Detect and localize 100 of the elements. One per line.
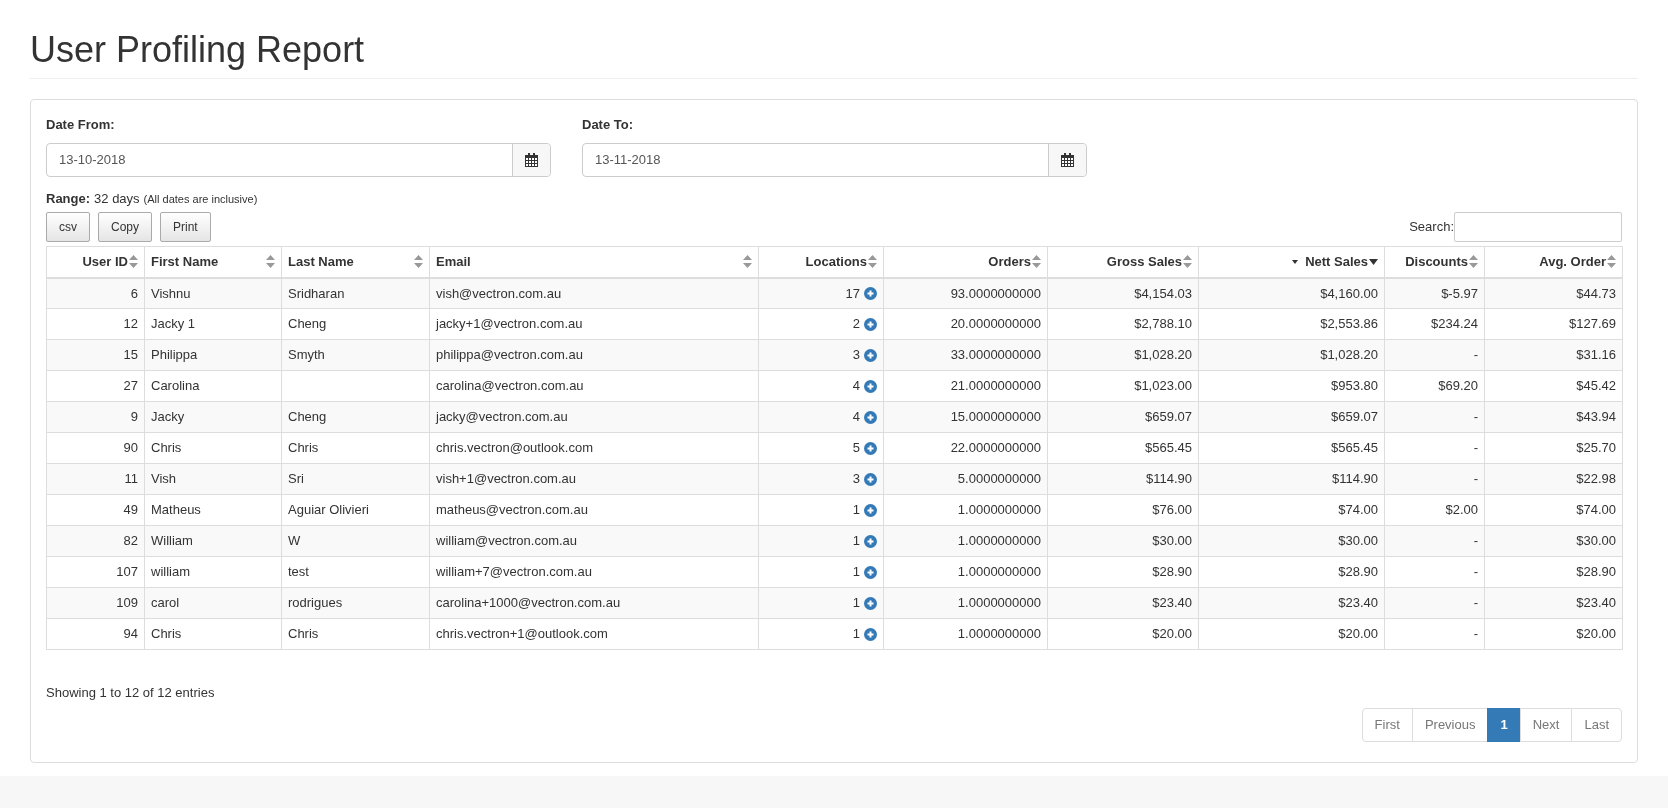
date-field[interactable]: 13-10-2018 (46, 142, 551, 177)
page-title: User Profiling Report (30, 30, 1638, 79)
table-cell: william+7@vectron.com.au (429, 556, 759, 588)
plus-circle-icon[interactable] (864, 596, 877, 610)
table-cell: 1 (758, 494, 884, 526)
table-cell: $659.07 (1047, 401, 1199, 433)
column-header[interactable]: Orders (883, 246, 1048, 278)
plus-circle-icon[interactable] (864, 565, 877, 579)
pagination-button[interactable]: Next (1519, 708, 1573, 742)
column-header[interactable]: User ID (46, 246, 145, 278)
column-header[interactable]: Last Name (281, 246, 430, 278)
range-label: Range: (46, 189, 91, 208)
table-cell: 94 (46, 618, 145, 650)
table-cell: - (1384, 401, 1485, 433)
table-cell: $30.00 (1198, 525, 1385, 557)
table-cell: chris.vectron+1@outlook.com (429, 618, 759, 650)
table-cell: - (1384, 587, 1485, 619)
table-cell: carolina@vectron.com.au (429, 370, 759, 402)
pagination-button[interactable]: Last (1571, 708, 1622, 742)
table-cell: 107 (46, 556, 145, 588)
table-cell: jacky+1@vectron.com.au (429, 308, 759, 340)
column-header[interactable]: First Name (144, 246, 282, 278)
table-cell: 1.0000000000 (883, 556, 1048, 588)
table-cell: Chris (281, 618, 430, 650)
calendar-button[interactable] (1048, 143, 1086, 176)
field-label: Date From: (46, 116, 116, 134)
search-label: Search: (1409, 218, 1454, 237)
table-cell: 1.0000000000 (883, 494, 1048, 526)
table-cell: matheus@vectron.com.au (429, 494, 759, 526)
export-button[interactable]: csv (46, 212, 90, 242)
table-cell: $20.00 (1198, 618, 1385, 650)
table-cell: 82 (46, 525, 145, 557)
plus-circle-icon[interactable] (864, 379, 877, 393)
table-cell: $30.00 (1484, 525, 1623, 557)
table-cell: 3 (758, 339, 884, 371)
export-button[interactable]: Print (160, 212, 211, 242)
table-cell: $4,154.03 (1047, 277, 1199, 309)
table-cell: 1.0000000000 (883, 525, 1048, 557)
column-header[interactable]: Discounts (1384, 246, 1485, 278)
table-cell: 15 (46, 339, 145, 371)
range-note: (All dates are inclusive) (143, 191, 258, 207)
table-cell: Chris (144, 618, 282, 650)
table-cell: chris.vectron@outlook.com (429, 432, 759, 464)
table-cell: $74.00 (1484, 494, 1623, 526)
sorted-caret-icon (1292, 259, 1299, 264)
table-cell: 1 (758, 525, 884, 557)
plus-circle-icon[interactable] (864, 286, 877, 300)
plus-circle-icon[interactable] (864, 472, 877, 486)
table-cell: Cheng (281, 308, 430, 340)
table-cell: 6 (46, 277, 145, 309)
column-header[interactable]: Email (429, 246, 759, 278)
table-cell: - (1384, 339, 1485, 371)
table-cell: jacky@vectron.com.au (429, 401, 759, 433)
table-cell: $234.24 (1384, 308, 1485, 340)
search-field[interactable] (1454, 212, 1622, 242)
table-cell: 93.0000000000 (883, 277, 1048, 309)
table-cell: test (281, 556, 430, 588)
pagination-button[interactable]: 1 (1487, 708, 1521, 742)
plus-circle-icon[interactable] (864, 410, 877, 424)
plus-circle-icon[interactable] (864, 348, 877, 362)
plus-circle-icon[interactable] (864, 534, 877, 548)
column-header[interactable]: Avg. Order (1484, 246, 1623, 278)
table-cell: 3 (758, 463, 884, 495)
table-cell: $28.90 (1198, 556, 1385, 588)
table-cell: 21.0000000000 (883, 370, 1048, 402)
table-cell: Matheus (144, 494, 282, 526)
table-cell: $565.45 (1047, 432, 1199, 464)
plus-circle-icon[interactable] (864, 441, 877, 455)
calendar-button[interactable] (512, 143, 550, 176)
table-cell: $2.00 (1384, 494, 1485, 526)
table-cell: william@vectron.com.au (429, 525, 759, 557)
table-cell: 4 (758, 401, 884, 433)
table-cell: 1 (758, 556, 884, 588)
table-cell: $74.00 (1198, 494, 1385, 526)
table-cell: carol (144, 587, 282, 619)
table-cell: $127.69 (1484, 308, 1623, 340)
table-cell: vish@vectron.com.au (429, 277, 759, 309)
table-cell: William (144, 525, 282, 557)
table-cell: - (1384, 556, 1485, 588)
table-cell: $1,028.20 (1198, 339, 1385, 371)
pagination-button[interactable]: Previous (1411, 708, 1489, 742)
calendar-icon (1061, 152, 1074, 167)
table-cell: 4 (758, 370, 884, 402)
table-cell: $114.90 (1198, 463, 1385, 495)
column-header[interactable]: Nett Sales (1198, 246, 1385, 278)
table-cell: 1.0000000000 (883, 618, 1048, 650)
table-cell: Smyth (281, 339, 430, 371)
plus-circle-icon[interactable] (864, 627, 877, 641)
table-cell: $31.16 (1484, 339, 1623, 371)
table-cell: $4,160.00 (1198, 277, 1385, 309)
table-cell: $28.90 (1484, 556, 1623, 588)
plus-circle-icon[interactable] (864, 503, 877, 517)
column-header[interactable]: Locations (758, 246, 884, 278)
plus-circle-icon[interactable] (864, 317, 877, 331)
export-button[interactable]: Copy (98, 212, 152, 242)
pagination-button[interactable]: First (1361, 708, 1413, 742)
range-value: 32 days (94, 189, 140, 208)
table-cell: Chris (144, 432, 282, 464)
date-field[interactable]: 13-11-2018 (582, 142, 1087, 177)
column-header[interactable]: Gross Sales (1047, 246, 1199, 278)
